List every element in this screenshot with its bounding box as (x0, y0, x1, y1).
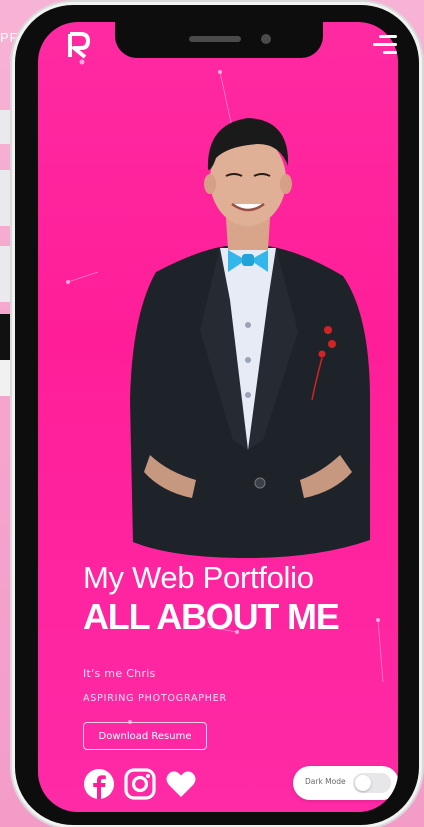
hero-title-line1: My Web Portfolio (83, 560, 314, 595)
background-element (0, 246, 14, 302)
hero-title-line2: ALL ABOUT ME (83, 596, 340, 637)
instagram-icon[interactable] (124, 768, 156, 800)
intro-text: It's me Chris (83, 667, 156, 680)
speaker-grille (189, 36, 241, 42)
download-resume-button[interactable]: Download Resume (83, 722, 207, 750)
profile-photo (130, 118, 370, 558)
role-text: ASPIRING PHOTOGRAPHER (83, 693, 227, 704)
phone-frame: My Web Portfolio ALL ABOUT ME It's me Ch… (15, 5, 419, 825)
background-element (0, 170, 14, 226)
facebook-icon[interactable] (83, 768, 115, 800)
front-camera (261, 34, 271, 44)
dark-mode-toggle[interactable] (353, 773, 391, 793)
menu-line (383, 51, 397, 54)
dark-mode-label: Dark Mode (305, 777, 346, 786)
toggle-knob (355, 775, 371, 791)
r-logo-icon[interactable] (67, 31, 91, 59)
background-brand-text: PF (0, 30, 19, 45)
phone-notch (115, 22, 323, 58)
phone-screen: My Web Portfolio ALL ABOUT ME It's me Ch… (38, 22, 398, 812)
heart-icon[interactable] (165, 768, 197, 800)
dark-mode-toggle-container: Dark Mode (293, 766, 398, 800)
hamburger-menu-icon[interactable] (371, 33, 397, 57)
menu-line (379, 35, 397, 38)
menu-line (373, 43, 397, 46)
background-element (0, 110, 14, 144)
